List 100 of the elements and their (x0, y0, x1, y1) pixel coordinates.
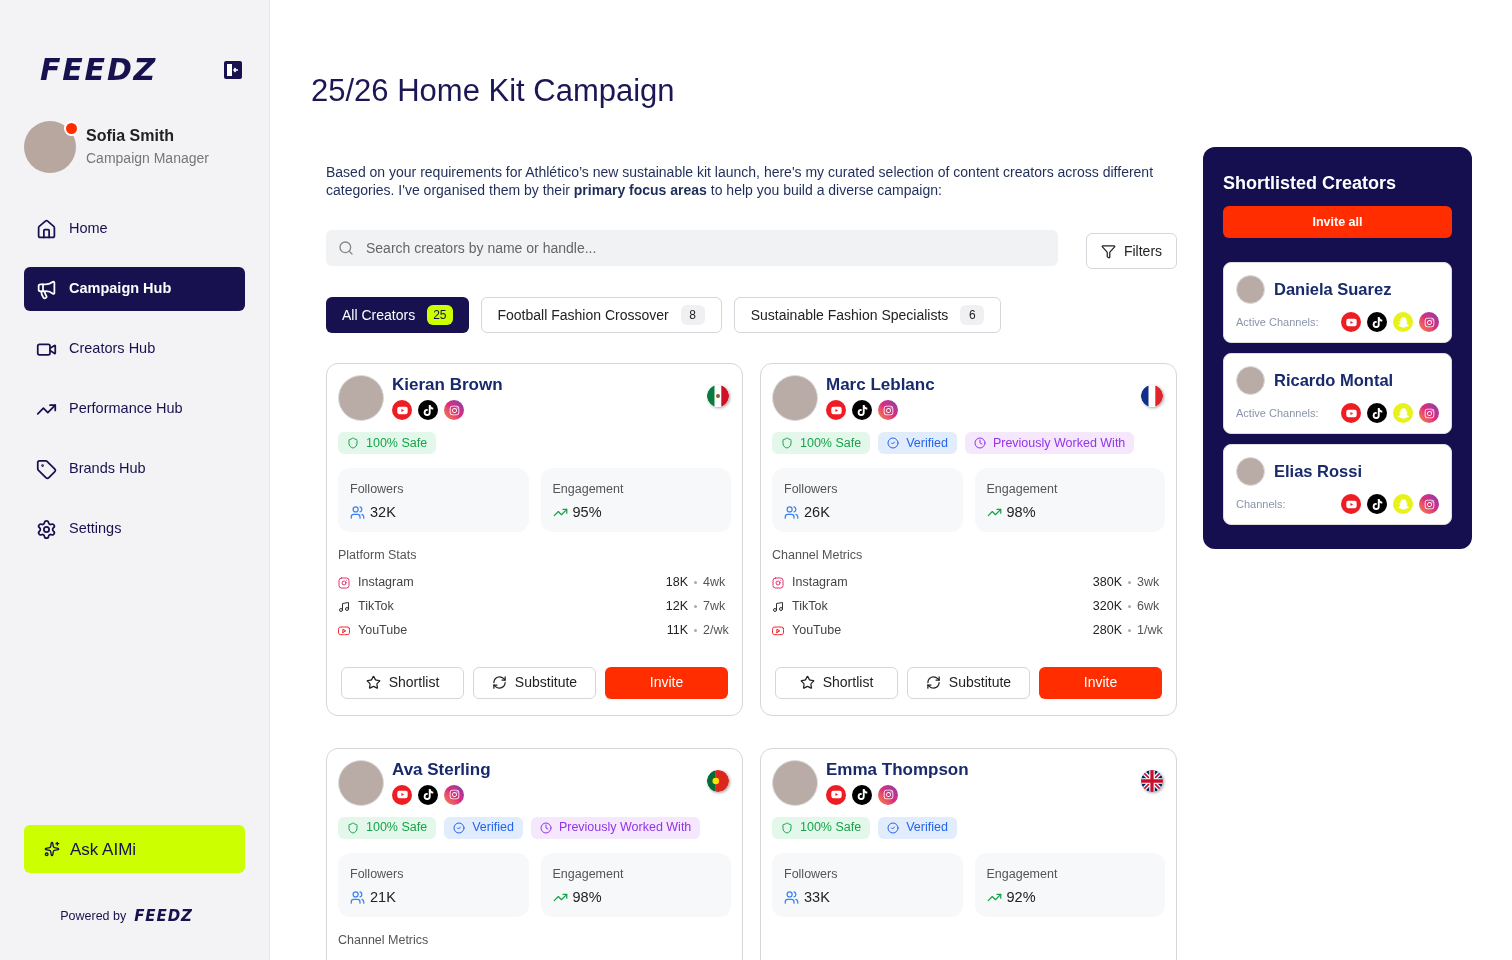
ask-ai-button[interactable]: Ask AIMi (24, 825, 245, 874)
channels-label: Channels: (1236, 496, 1287, 512)
shortlist-button[interactable]: Shortlist (341, 666, 464, 699)
status-badge: 100% Safe (338, 816, 437, 839)
users-icon (784, 889, 799, 905)
nav-item[interactable]: Settings (24, 507, 245, 551)
instagram-icon (878, 400, 898, 420)
instagram-icon (878, 784, 898, 805)
status-badge: 100% Safe (338, 432, 437, 454)
stat-value: 33K (804, 887, 830, 907)
check-circle-icon (453, 821, 466, 834)
invite-button[interactable]: Invite (1039, 666, 1162, 699)
nav-item[interactable]: Brands Hub (24, 447, 245, 491)
star-icon (799, 675, 815, 691)
category-tab[interactable]: Sustainable Fashion Specialists 6 (733, 297, 1002, 333)
users-icon (350, 889, 365, 905)
shield-icon (781, 821, 793, 834)
category-tab[interactable]: Football Fashion Crossover 8 (480, 297, 722, 333)
nav-item[interactable]: Creators Hub (24, 327, 245, 371)
creator-name: Marc Leblanc (826, 375, 936, 395)
platform-name: YouTube (792, 622, 843, 640)
status-badge: 100% Safe (772, 816, 871, 839)
tiktok-icon (852, 400, 872, 420)
ghost-icon (1393, 403, 1413, 423)
megaphone-icon (36, 278, 57, 300)
youtube-icon (1341, 494, 1361, 514)
nav-item[interactable]: Home (24, 207, 245, 251)
invite-button[interactable]: Invite (605, 666, 728, 699)
ghost-icon (1393, 494, 1413, 514)
platform-name: YouTube (358, 622, 409, 640)
youtube-icon (772, 624, 784, 637)
stat-value: 32K (370, 502, 396, 522)
stat-value: 21K (370, 887, 396, 907)
tiktok-icon (418, 400, 438, 420)
users-icon (350, 505, 365, 521)
refresh-icon (491, 675, 507, 691)
logo: FEEDZ (134, 909, 193, 925)
category-tab[interactable]: All Creators 25 (326, 297, 469, 333)
shortlist-card[interactable]: Daniela Suarez Active Channels: (1223, 262, 1452, 343)
search-icon (338, 240, 354, 256)
platform-value: 320K (1092, 598, 1122, 616)
status-badge: Previously Worked With (964, 432, 1135, 454)
count-badge: 8 (680, 305, 705, 325)
ghost-icon (1393, 312, 1413, 332)
section-label: Channel Metrics (772, 547, 864, 564)
count-badge: 25 (427, 305, 453, 325)
flag-icon (1141, 769, 1163, 792)
tag-icon (36, 458, 57, 480)
invite-all-button[interactable]: Invite all (1223, 206, 1452, 238)
youtube-icon (338, 624, 350, 637)
platform-rate: 6wk (1137, 598, 1161, 616)
avatar (1236, 275, 1265, 304)
instagram-icon (338, 576, 350, 589)
tiktok-icon (1367, 312, 1387, 332)
substitute-button[interactable]: Substitute (907, 666, 1030, 699)
settings-icon (36, 518, 57, 540)
search-field[interactable]: Search creators by name or handle... (326, 230, 1058, 266)
shortlist-card[interactable]: Ricardo Montal Active Channels: (1223, 353, 1452, 434)
home-icon (36, 218, 57, 240)
star-icon (365, 675, 381, 691)
avatar (338, 375, 384, 421)
logo: FEEDZ (40, 55, 158, 85)
check-circle-icon (887, 821, 900, 834)
stat-value: 95% (572, 502, 602, 522)
section-label: Channel Metrics (338, 931, 430, 949)
platform-rate: 3wk (1137, 574, 1161, 592)
instagram-icon (1419, 494, 1439, 514)
shortlist-button[interactable]: Shortlist (775, 666, 898, 699)
avatar (1236, 457, 1265, 486)
substitute-button[interactable]: Substitute (473, 666, 596, 699)
platform-rate: 4wk (703, 574, 727, 592)
creator-name: Emma Thompson (826, 759, 970, 780)
nav-item[interactable]: Campaign Hub (24, 267, 245, 311)
music-note-icon (772, 600, 784, 613)
shortlist-card[interactable]: Elias Rossi Channels: (1223, 444, 1452, 525)
tiktok-icon (1367, 494, 1387, 514)
refresh-icon (925, 675, 941, 691)
stat-label: Engagement (552, 865, 625, 883)
youtube-icon (392, 784, 412, 805)
instagram-icon (772, 576, 784, 589)
creator-name: Ricardo Montal (1274, 370, 1394, 392)
flag-icon (707, 385, 729, 407)
avatar (338, 759, 384, 806)
users-icon (784, 505, 799, 521)
stat-value: 98% (1006, 502, 1036, 522)
youtube-icon (826, 400, 846, 420)
count-badge: 6 (960, 305, 985, 325)
avatar (772, 375, 818, 421)
instagram-icon (444, 784, 464, 805)
filters-button[interactable]: Filters (1086, 233, 1177, 269)
stat-label: Engagement (552, 481, 625, 498)
panel-title: Shortlisted Creators (1223, 172, 1398, 194)
clock-icon (973, 437, 986, 449)
instagram-icon (1419, 312, 1439, 332)
stat-value: 26K (804, 502, 830, 522)
music-note-icon (338, 600, 350, 613)
status-badge: 100% Safe (772, 432, 871, 454)
collapse-sidebar-icon[interactable] (223, 60, 243, 80)
nav-item[interactable]: Performance Hub (24, 387, 245, 431)
status-badge: Verified (444, 816, 523, 839)
